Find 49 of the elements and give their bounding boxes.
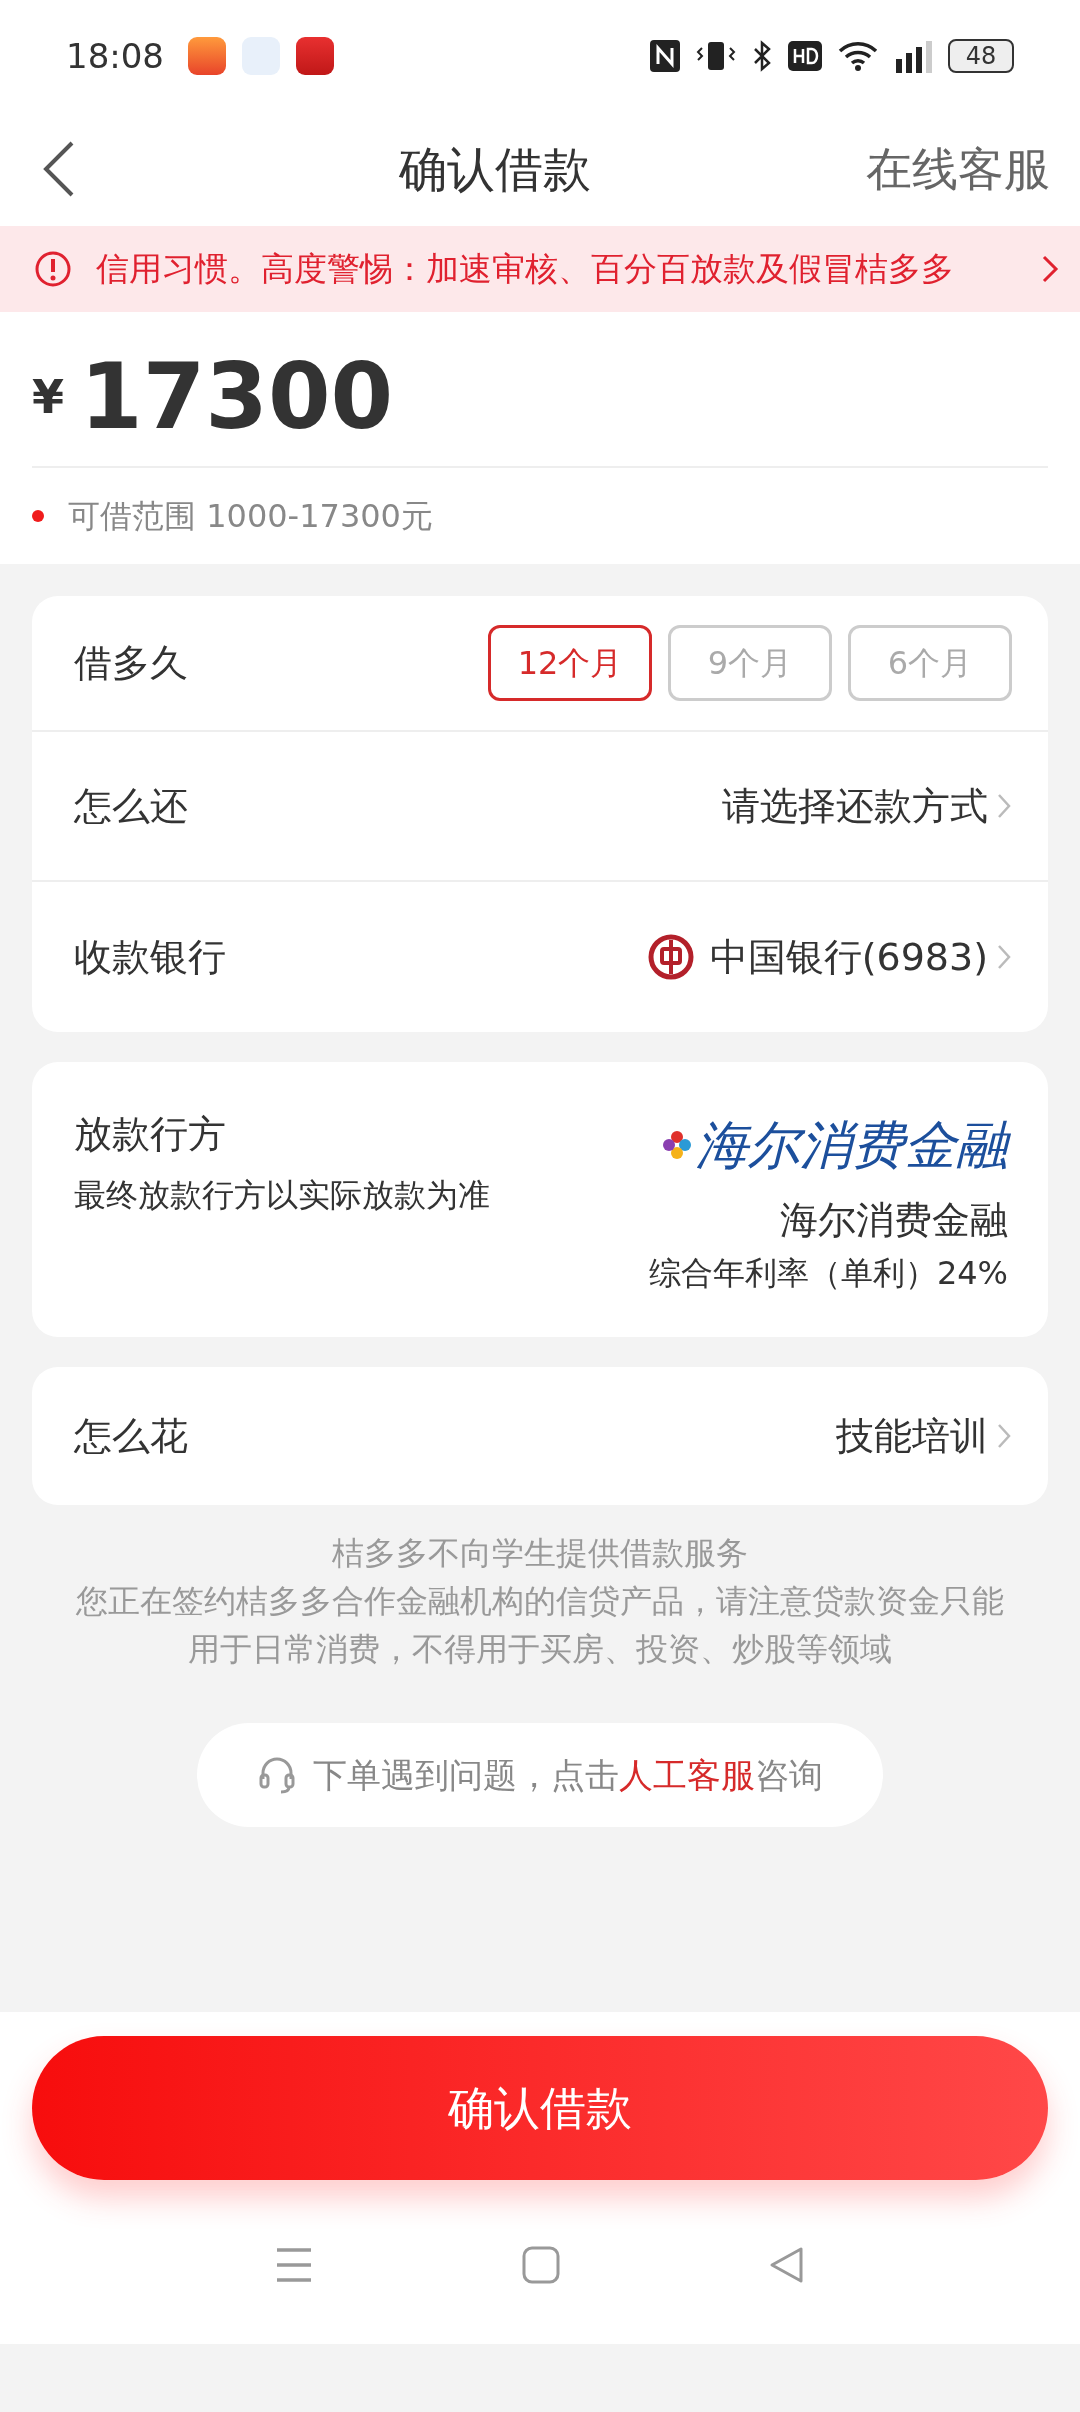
customer-service-link[interactable]: 在线客服 <box>866 134 1050 204</box>
flower-icon <box>662 1130 692 1160</box>
bluetooth-icon <box>752 40 772 72</box>
back-icon[interactable] <box>769 2246 806 2284</box>
vibrate-icon <box>696 40 736 72</box>
page-title: 确认借款 <box>399 140 591 199</box>
loan-purpose-label: 怎么花 <box>74 1412 188 1460</box>
customer-service-link[interactable]: 人工客服 <box>619 1754 755 1795</box>
bank-value: 中国银行(6983) <box>709 933 988 981</box>
loan-purpose-value: 技能培训 <box>836 1412 988 1460</box>
list-item[interactable]: 怎么花 技能培训 <box>32 1367 1048 1505</box>
amount-range: 可借范围 1000-17300元 <box>68 496 433 537</box>
lender-note: 最终放款行方以实际放款为准 <box>74 1175 491 1216</box>
term-option[interactable]: 12个月 <box>488 625 652 701</box>
bank-label: 收款银行 <box>74 933 226 981</box>
term-label: 借多久 <box>74 639 188 687</box>
app-icon <box>188 37 226 75</box>
lender-label: 放款行方 <box>74 1111 227 1158</box>
loan-amount: 17300 <box>80 352 394 442</box>
nfc-icon <box>650 40 680 72</box>
currency-symbol: ¥ <box>32 368 64 426</box>
chevron-right-icon <box>1040 253 1060 285</box>
bank-logo-icon <box>647 934 694 980</box>
notice-text: 信用习惯。高度警惕：加速审核、百分百放款及假冒桔多多 <box>95 248 955 291</box>
status-time: 18:08 <box>66 34 164 78</box>
battery-indicator: 48 <box>948 39 1014 73</box>
chevron-right-icon <box>996 792 1012 820</box>
repayment-method-value: 请选择还款方式 <box>722 782 988 830</box>
disclaimer-text: 桔多多不向学生提供借款服务 <box>331 1533 749 1574</box>
signal-icon <box>894 39 932 73</box>
wifi-icon <box>838 40 878 72</box>
hd-icon <box>788 41 822 71</box>
disclaimer-text: 您正在签约桔多多合作金融机构的信贷产品，请注意贷款资金只能用于日常消费，不得用于买房、投资、炒股等领域 <box>75 1581 1005 1670</box>
alert-icon <box>34 250 72 288</box>
lender-name: 海尔消费金融 <box>780 1197 1008 1244</box>
home-icon[interactable] <box>522 2246 560 2284</box>
list-item[interactable]: 收款银行 中国银行(6983) <box>32 882 1048 1032</box>
repayment-method-label: 怎么还 <box>74 782 188 830</box>
headset-icon <box>257 1755 297 1795</box>
help-text: 下单遇到问题，点击人工客服咨询 <box>313 1753 823 1797</box>
chevron-right-icon <box>996 943 1012 971</box>
interest-rate: 综合年利率（单利）24% <box>648 1253 1008 1294</box>
menu-icon[interactable] <box>274 2247 313 2283</box>
notice-banner[interactable]: 信用习惯。高度警惕：加速审核、百分百放款及假冒桔多多 <box>0 226 1080 312</box>
list-item[interactable]: 怎么还 请选择还款方式 <box>32 732 1048 882</box>
chevron-right-icon <box>996 1422 1012 1450</box>
app-icon <box>296 37 334 75</box>
confirm-button[interactable]: 确认借款 <box>32 2036 1048 2180</box>
dot-icon <box>32 510 44 522</box>
